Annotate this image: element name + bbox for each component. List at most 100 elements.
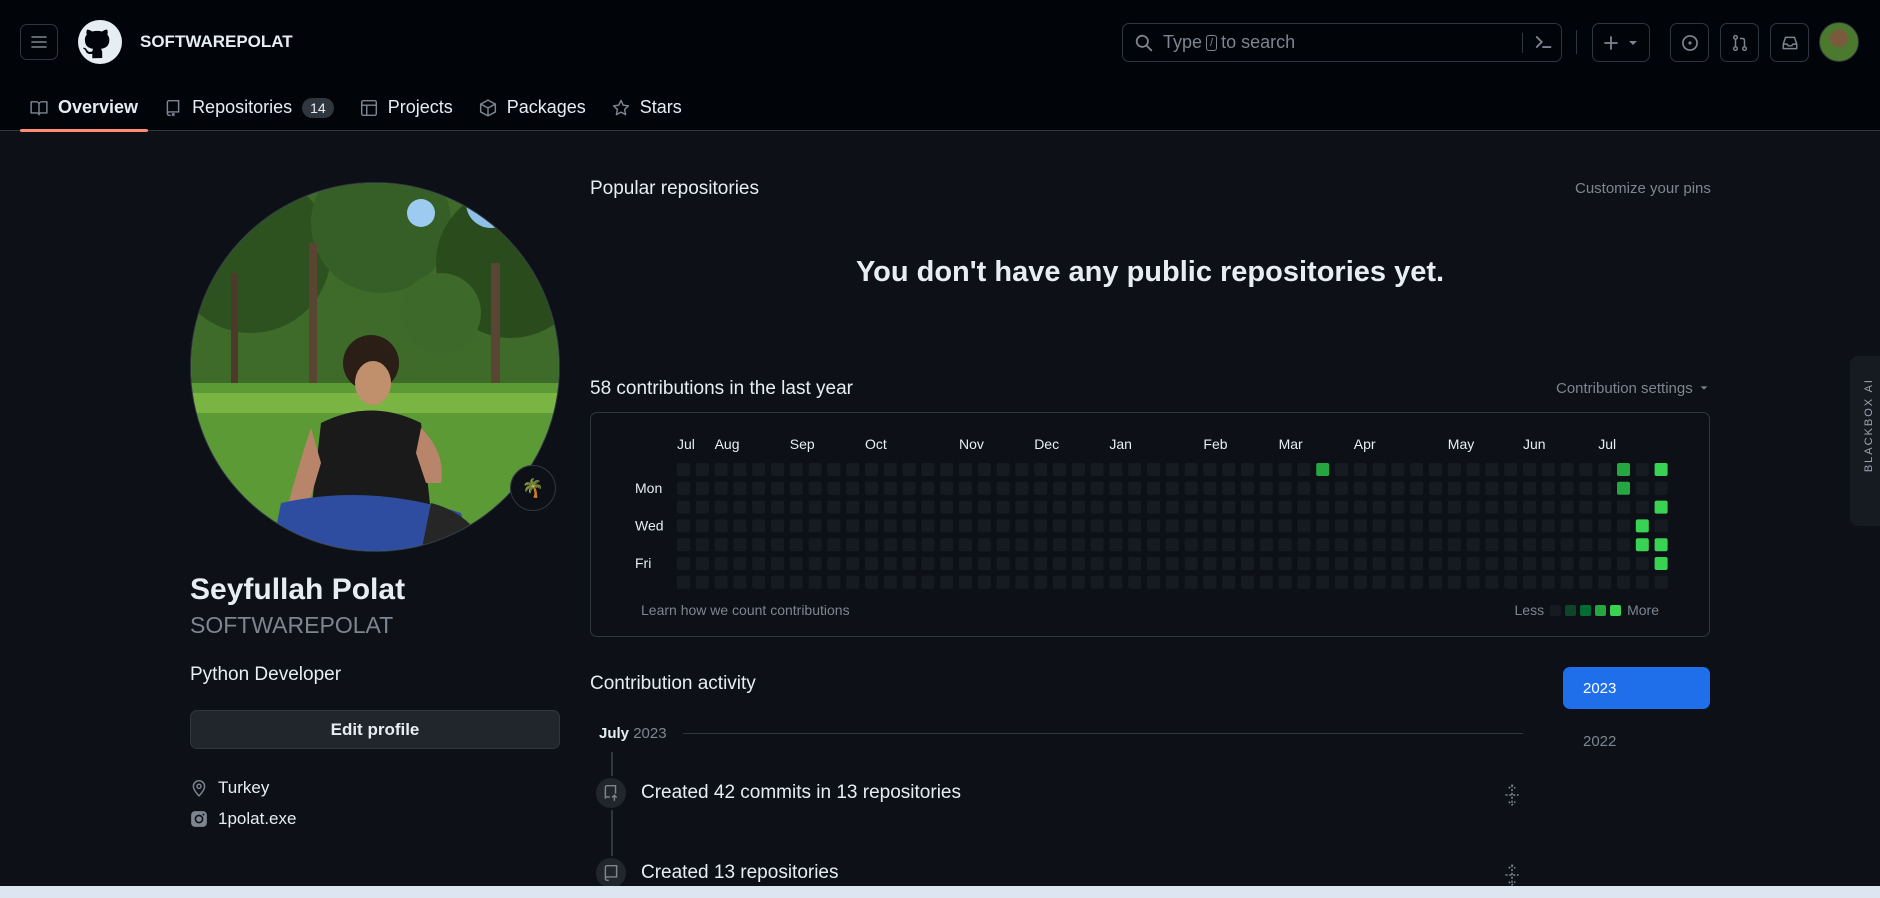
contribution-day[interactable] (883, 500, 897, 514)
contribution-day[interactable] (695, 538, 709, 552)
contribution-day[interactable] (1090, 500, 1104, 514)
contribution-day[interactable] (1391, 519, 1405, 533)
contribution-day[interactable] (1353, 500, 1367, 514)
contribution-day[interactable] (1335, 500, 1348, 514)
contribution-day[interactable] (1241, 481, 1254, 495)
contribution-day[interactable] (865, 463, 878, 476)
contribution-day[interactable] (940, 538, 954, 552)
contribution-settings-dropdown[interactable]: Contribution settings (1556, 380, 1709, 397)
contribution-day[interactable] (1222, 481, 1236, 495)
contribution-day[interactable] (808, 481, 822, 495)
contribution-day[interactable] (677, 519, 690, 533)
contribution-day[interactable] (940, 575, 954, 589)
contribution-day[interactable] (1654, 557, 1668, 570)
contribution-day[interactable] (977, 538, 991, 552)
contribution-day[interactable] (1410, 500, 1424, 514)
edit-profile-button[interactable]: Edit profile (190, 710, 560, 749)
contribution-day[interactable] (1034, 500, 1048, 514)
contribution-day[interactable] (1654, 463, 1668, 476)
contribution-day[interactable] (902, 575, 916, 589)
contribution-day[interactable] (1504, 481, 1518, 495)
contribution-day[interactable] (1090, 481, 1104, 495)
contribution-day[interactable] (1203, 557, 1217, 570)
contribution-day[interactable] (1560, 519, 1574, 533)
contribution-day[interactable] (1353, 463, 1367, 476)
contribution-day[interactable] (1335, 481, 1348, 495)
contribution-day[interactable] (1259, 500, 1273, 514)
contribution-day[interactable] (1316, 557, 1330, 570)
contribution-day[interactable] (1165, 538, 1179, 552)
contribution-day[interactable] (1598, 500, 1612, 514)
contribution-day[interactable] (1241, 538, 1254, 552)
contribution-day[interactable] (1541, 463, 1555, 476)
contribution-day[interactable] (977, 500, 991, 514)
contribution-day[interactable] (789, 538, 803, 552)
contribution-day[interactable] (1165, 481, 1179, 495)
contribution-day[interactable] (714, 481, 728, 495)
contribution-day[interactable] (771, 519, 784, 533)
contribution-day[interactable] (695, 557, 709, 570)
contribution-day[interactable] (827, 500, 841, 514)
contribution-day[interactable] (902, 519, 916, 533)
contribution-day[interactable] (883, 538, 897, 552)
contribution-day[interactable] (789, 575, 803, 589)
contribution-day[interactable] (883, 557, 897, 570)
contribution-day[interactable] (1316, 575, 1330, 589)
contribution-day[interactable] (827, 463, 841, 476)
contribution-day[interactable] (1598, 538, 1612, 552)
contribution-day[interactable] (1560, 557, 1574, 570)
contribution-day[interactable] (1372, 463, 1386, 476)
contribution-day[interactable] (1372, 500, 1386, 514)
contribution-day[interactable] (1071, 538, 1085, 552)
contribution-day[interactable] (846, 575, 860, 589)
contribution-day[interactable] (1071, 575, 1085, 589)
contribution-day[interactable] (1203, 519, 1217, 533)
contribution-day[interactable] (1184, 557, 1198, 570)
contribution-day[interactable] (959, 557, 972, 570)
contribution-day[interactable] (733, 463, 747, 476)
contribution-day[interactable] (1128, 463, 1142, 476)
contribution-day[interactable] (846, 481, 860, 495)
contribution-day[interactable] (865, 557, 878, 570)
contribution-day[interactable] (1504, 519, 1518, 533)
contribution-day[interactable] (808, 538, 822, 552)
contribution-day[interactable] (1523, 538, 1536, 552)
contribution-day[interactable] (1579, 481, 1593, 495)
contribution-day[interactable] (1128, 538, 1142, 552)
contribution-day[interactable] (1222, 500, 1236, 514)
contribution-day[interactable] (1109, 557, 1123, 570)
contribution-day[interactable] (1466, 463, 1480, 476)
contribution-day[interactable] (1316, 481, 1330, 495)
contribution-day[interactable] (752, 481, 766, 495)
contribution-day[interactable] (977, 557, 991, 570)
contribution-day[interactable] (1165, 575, 1179, 589)
contribution-day[interactable] (1617, 519, 1630, 533)
contribution-day[interactable] (1391, 481, 1405, 495)
contribution-day[interactable] (1297, 463, 1311, 476)
contribution-day[interactable] (1184, 463, 1198, 476)
contribution-day[interactable] (1447, 575, 1461, 589)
contribution-day[interactable] (1053, 575, 1066, 589)
contribution-day[interactable] (827, 519, 841, 533)
contribution-day[interactable] (1485, 575, 1499, 589)
contribution-day[interactable] (1541, 481, 1555, 495)
contribution-day[interactable] (1504, 575, 1518, 589)
contribution-day[interactable] (1579, 575, 1593, 589)
contribution-day[interactable] (1579, 463, 1593, 476)
contribution-day[interactable] (1541, 538, 1555, 552)
contribution-day[interactable] (1335, 538, 1348, 552)
contribution-day[interactable] (771, 575, 784, 589)
contribution-day[interactable] (1485, 519, 1499, 533)
contribution-day[interactable] (846, 538, 860, 552)
contribution-day[interactable] (1278, 519, 1292, 533)
contribution-day[interactable] (752, 500, 766, 514)
contribution-day[interactable] (1466, 538, 1480, 552)
contribution-day[interactable] (996, 519, 1010, 533)
contribution-day[interactable] (1504, 557, 1518, 570)
contribution-day[interactable] (1335, 463, 1348, 476)
contribution-day[interactable] (1278, 500, 1292, 514)
contribution-day[interactable] (1259, 538, 1273, 552)
contribution-day[interactable] (846, 463, 860, 476)
contribution-day[interactable] (1278, 463, 1292, 476)
contribution-day[interactable] (1541, 500, 1555, 514)
